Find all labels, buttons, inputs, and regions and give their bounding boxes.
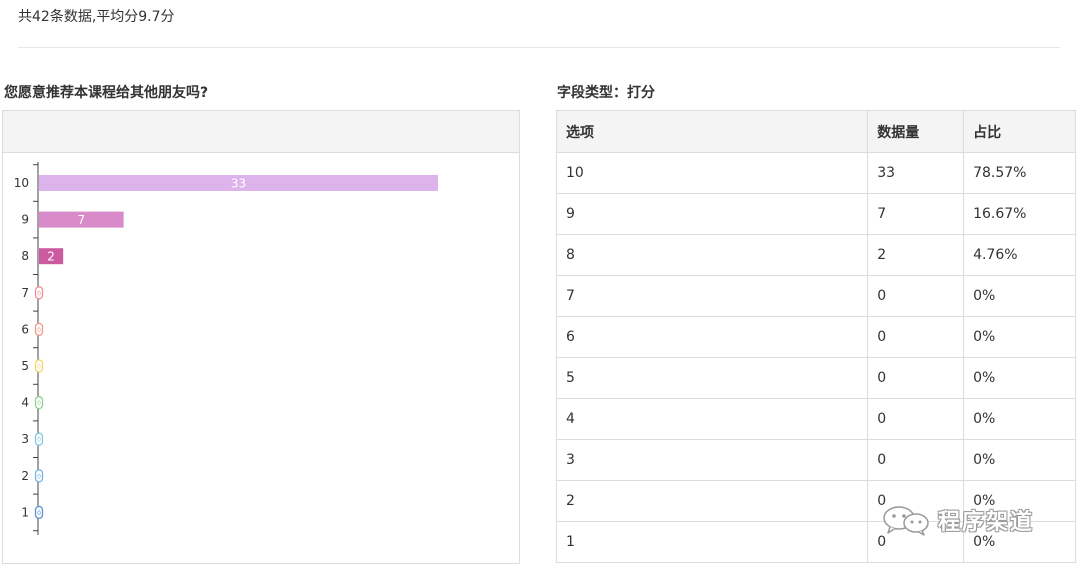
data-label: 0 [37, 400, 41, 407]
cell-count: 7 [867, 193, 965, 235]
cell-option: 6 [555, 316, 869, 358]
table-row: 10 33 78.57% [555, 152, 1076, 194]
category-label: 6 [21, 322, 29, 336]
table-row: 9 7 16.67% [555, 193, 1076, 235]
cell-percent: 0% [963, 398, 1076, 440]
cell-count: 33 [867, 152, 965, 194]
data-label: 33 [231, 177, 246, 191]
category-label: 2 [21, 469, 29, 483]
category-label: 3 [21, 432, 29, 446]
cell-count: 0 [867, 398, 965, 440]
header-percent: 占比 [963, 110, 1076, 153]
chart-panel: 10 33 9 7 8 2 7 0 6 0 5 0 4 0 3 0 2 0 1 0 [2, 110, 520, 564]
data-label: 0 [37, 437, 41, 444]
cell-count: 0 [867, 357, 965, 399]
cell-percent: 16.67% [963, 193, 1076, 235]
data-table: 选项 数据量 占比 10 33 78.57% 9 7 16.67% 8 2 4.76% 70… [555, 110, 1076, 563]
category-label: 9 [21, 213, 29, 227]
cell-option: 5 [555, 357, 869, 399]
cell-option: 9 [555, 193, 869, 235]
watermark-text: 程序架道 [938, 510, 1035, 535]
cell-option: 2 [555, 480, 869, 522]
field-type-label: 字段类型：打分 [557, 85, 655, 101]
category-label: 7 [21, 286, 29, 300]
cell-percent: 0% [963, 439, 1076, 481]
table-row: 6 0 0% [555, 316, 1076, 358]
question-title: 您愿意推荐本课程给其他朋友吗? [4, 85, 209, 101]
summary-text: 共42条数据,平均分9.7分 [18, 9, 175, 25]
cell-option: 8 [555, 234, 869, 276]
cell-option: 4 [555, 398, 869, 440]
table-header-row: 选项 数据量 占比 [555, 110, 1076, 153]
cell-percent: 0% [963, 316, 1076, 358]
cell-option: 7 [555, 275, 869, 317]
cell-option: 1 [555, 521, 869, 563]
table-row: 4 0 0% [555, 398, 1076, 440]
table-row: 8 2 4.76% [555, 234, 1076, 276]
header-option: 选项 [555, 110, 869, 153]
cell-option: 3 [555, 439, 869, 481]
data-label: 0 [37, 473, 41, 480]
bar-chart: 10 339 78 27 06 05 04 03 02 01 0 [14, 162, 438, 535]
data-label: 0 [37, 364, 41, 371]
data-label: 2 [47, 250, 55, 264]
category-label: 8 [21, 249, 29, 263]
wechat-icon [883, 506, 929, 536]
divider [18, 47, 1060, 48]
category-label: 4 [21, 396, 29, 410]
cell-count: 2 [867, 234, 965, 276]
cell-percent: 0% [963, 357, 1076, 399]
data-label: 0 [37, 327, 41, 334]
cell-count: 0 [867, 316, 965, 358]
cell-count: 0 [867, 439, 965, 481]
category-label: 5 [21, 359, 29, 373]
cell-count: 0 [867, 275, 965, 317]
cell-percent: 0% [963, 275, 1076, 317]
cell-percent: 78.57% [963, 152, 1076, 194]
data-label: 0 [37, 290, 41, 297]
watermark: 程序架道 [880, 504, 1034, 536]
cell-percent: 4.76% [963, 234, 1076, 276]
table-row: 5 0 0% [555, 357, 1076, 399]
table-row: 7 0 0% [555, 275, 1076, 317]
cell-option: 10 [555, 152, 869, 194]
table-row: 3 0 0% [555, 439, 1076, 481]
data-label: 7 [77, 213, 85, 227]
data-label: 0 [37, 510, 41, 517]
category-label: 1 [21, 505, 29, 519]
header-count: 数据量 [867, 110, 965, 153]
category-label: 10 [14, 176, 29, 190]
